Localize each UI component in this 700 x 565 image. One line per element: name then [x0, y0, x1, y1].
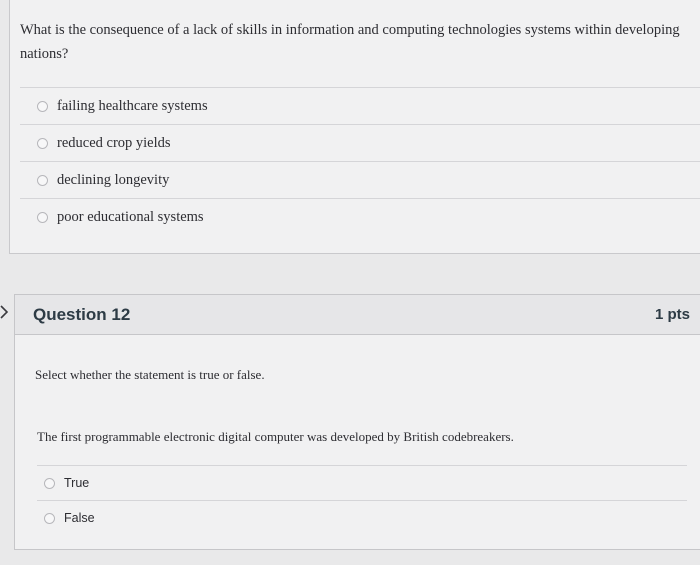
- radio-icon[interactable]: [37, 211, 48, 223]
- question-header: Question 12 1 pts: [15, 295, 700, 335]
- question-title: Question 12: [33, 305, 131, 324]
- answer-label: True: [64, 476, 90, 490]
- answer-option-true[interactable]: True: [37, 465, 687, 500]
- answer-label: declining longevity: [57, 171, 170, 188]
- question-statement: The first programmable electronic digita…: [37, 429, 514, 444]
- answer-option-failing-healthcare[interactable]: failing healthcare systems: [20, 87, 700, 124]
- question-12-card: Question 12 1 pts Select whether the sta…: [14, 294, 700, 550]
- radio-icon[interactable]: [37, 137, 48, 149]
- radio-icon[interactable]: [37, 100, 48, 112]
- answer-option-reduced-crop-yields[interactable]: reduced crop yields: [20, 124, 700, 161]
- chevron-right-icon[interactable]: [0, 305, 10, 319]
- answer-label: False: [64, 511, 95, 525]
- question-11-answers: failing healthcare systems reduced crop …: [20, 87, 700, 235]
- radio-icon[interactable]: [37, 174, 48, 186]
- answer-option-poor-educational[interactable]: poor educational systems: [20, 198, 700, 235]
- radio-icon[interactable]: [44, 512, 55, 524]
- answer-label: reduced crop yields: [57, 134, 171, 151]
- radio-icon[interactable]: [44, 477, 55, 489]
- answer-option-declining-longevity[interactable]: declining longevity: [20, 161, 700, 198]
- answer-label: failing healthcare systems: [57, 97, 208, 114]
- answer-label: poor educational systems: [57, 208, 204, 225]
- answer-option-false[interactable]: False: [37, 500, 687, 535]
- true-false-answers: True False: [37, 465, 687, 535]
- question-instruction: Select whether the statement is true or …: [35, 367, 265, 382]
- question-points: 1 pts: [654, 306, 690, 323]
- question-11-card: What is the consequence of a lack of ski…: [9, 0, 700, 254]
- question-11-text: What is the consequence of a lack of ski…: [20, 22, 680, 62]
